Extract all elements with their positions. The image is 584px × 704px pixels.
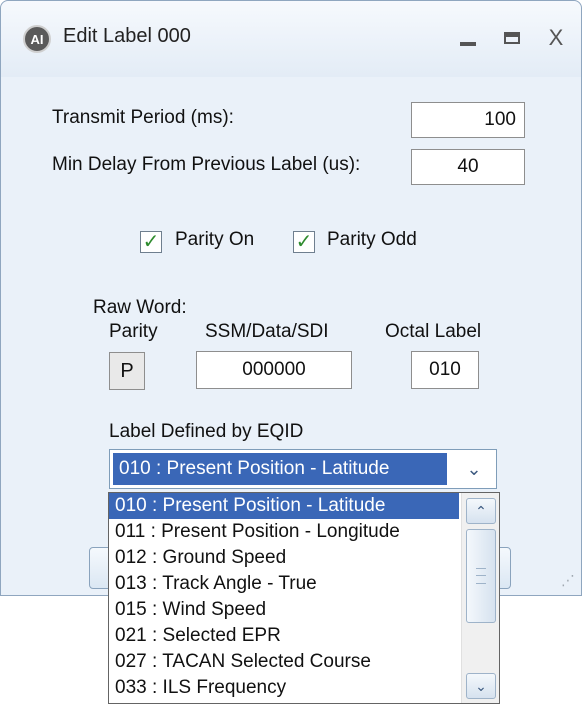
scroll-down-button[interactable]: ⌄: [466, 673, 496, 699]
close-icon: X: [548, 25, 564, 50]
eqid-option[interactable]: 012 : Ground Speed: [109, 545, 499, 571]
eqid-option[interactable]: 011 : Present Position - Longitude: [109, 519, 499, 545]
eqid-option[interactable]: 013 : Track Angle - True: [109, 571, 499, 597]
scroll-up-button[interactable]: ⌃: [466, 498, 496, 524]
octal-label-header: Octal Label: [385, 321, 482, 342]
parity-on-checkbox[interactable]: ✓: [140, 231, 162, 253]
ssm-column-header: SSM/Data/SDI: [205, 321, 329, 342]
eqid-option[interactable]: 033 : ILS Frequency: [109, 675, 499, 701]
min-delay-label: Min Delay From Previous Label (us):: [52, 154, 361, 175]
eqid-select[interactable]: 010 : Present Position - Latitude ⌄: [109, 449, 497, 489]
maximize-button[interactable]: [495, 23, 529, 53]
eqid-option[interactable]: 027 : TACAN Selected Course: [109, 649, 499, 675]
parity-column-header: Parity: [109, 321, 158, 342]
checkmark-icon: ✓: [295, 231, 313, 253]
transmit-period-label: Transmit Period (ms):: [52, 107, 234, 128]
grip-icon: [476, 568, 486, 584]
resize-grip-icon[interactable]: ⋰: [561, 572, 575, 589]
parity-odd-checkbox[interactable]: ✓: [293, 231, 315, 253]
transmit-period-input[interactable]: 100: [411, 102, 525, 138]
ssm-data-sdi-input[interactable]: 000000: [196, 351, 352, 389]
maximize-icon: [504, 32, 520, 44]
checkmark-icon: ✓: [142, 231, 160, 253]
minimize-icon: [460, 42, 476, 46]
raw-word-heading: Raw Word:: [93, 297, 187, 318]
window-title: Edit Label 000: [63, 25, 191, 47]
eqid-option[interactable]: 010 : Present Position - Latitude: [109, 493, 459, 519]
close-button[interactable]: X: [539, 23, 573, 53]
octal-label-input[interactable]: 010: [411, 351, 479, 389]
eqid-option[interactable]: 015 : Wind Speed: [109, 597, 499, 623]
min-delay-input[interactable]: 40: [411, 149, 525, 185]
chevron-down-icon[interactable]: ⌄: [454, 452, 494, 486]
chevron-up-icon: ⌃: [475, 503, 487, 519]
parity-on-label[interactable]: Parity On: [175, 229, 254, 251]
minimize-button[interactable]: [451, 23, 485, 53]
eqid-dropdown-list[interactable]: 010 : Present Position - Latitude 011 : …: [108, 492, 500, 704]
eqid-selected-value: 010 : Present Position - Latitude: [113, 453, 447, 485]
title-bar[interactable]: AI Edit Label 000 X: [1, 1, 581, 77]
app-logo-icon: AI: [23, 25, 51, 53]
dropdown-scrollbar[interactable]: ⌃ ⌄: [461, 493, 499, 703]
parity-value: P: [109, 352, 145, 390]
scroll-thumb[interactable]: [466, 529, 496, 623]
chevron-down-icon: ⌄: [475, 678, 487, 694]
eqid-option[interactable]: 021 : Selected EPR: [109, 623, 499, 649]
eqid-label: Label Defined by EQID: [109, 421, 304, 442]
parity-odd-label[interactable]: Parity Odd: [327, 229, 417, 251]
